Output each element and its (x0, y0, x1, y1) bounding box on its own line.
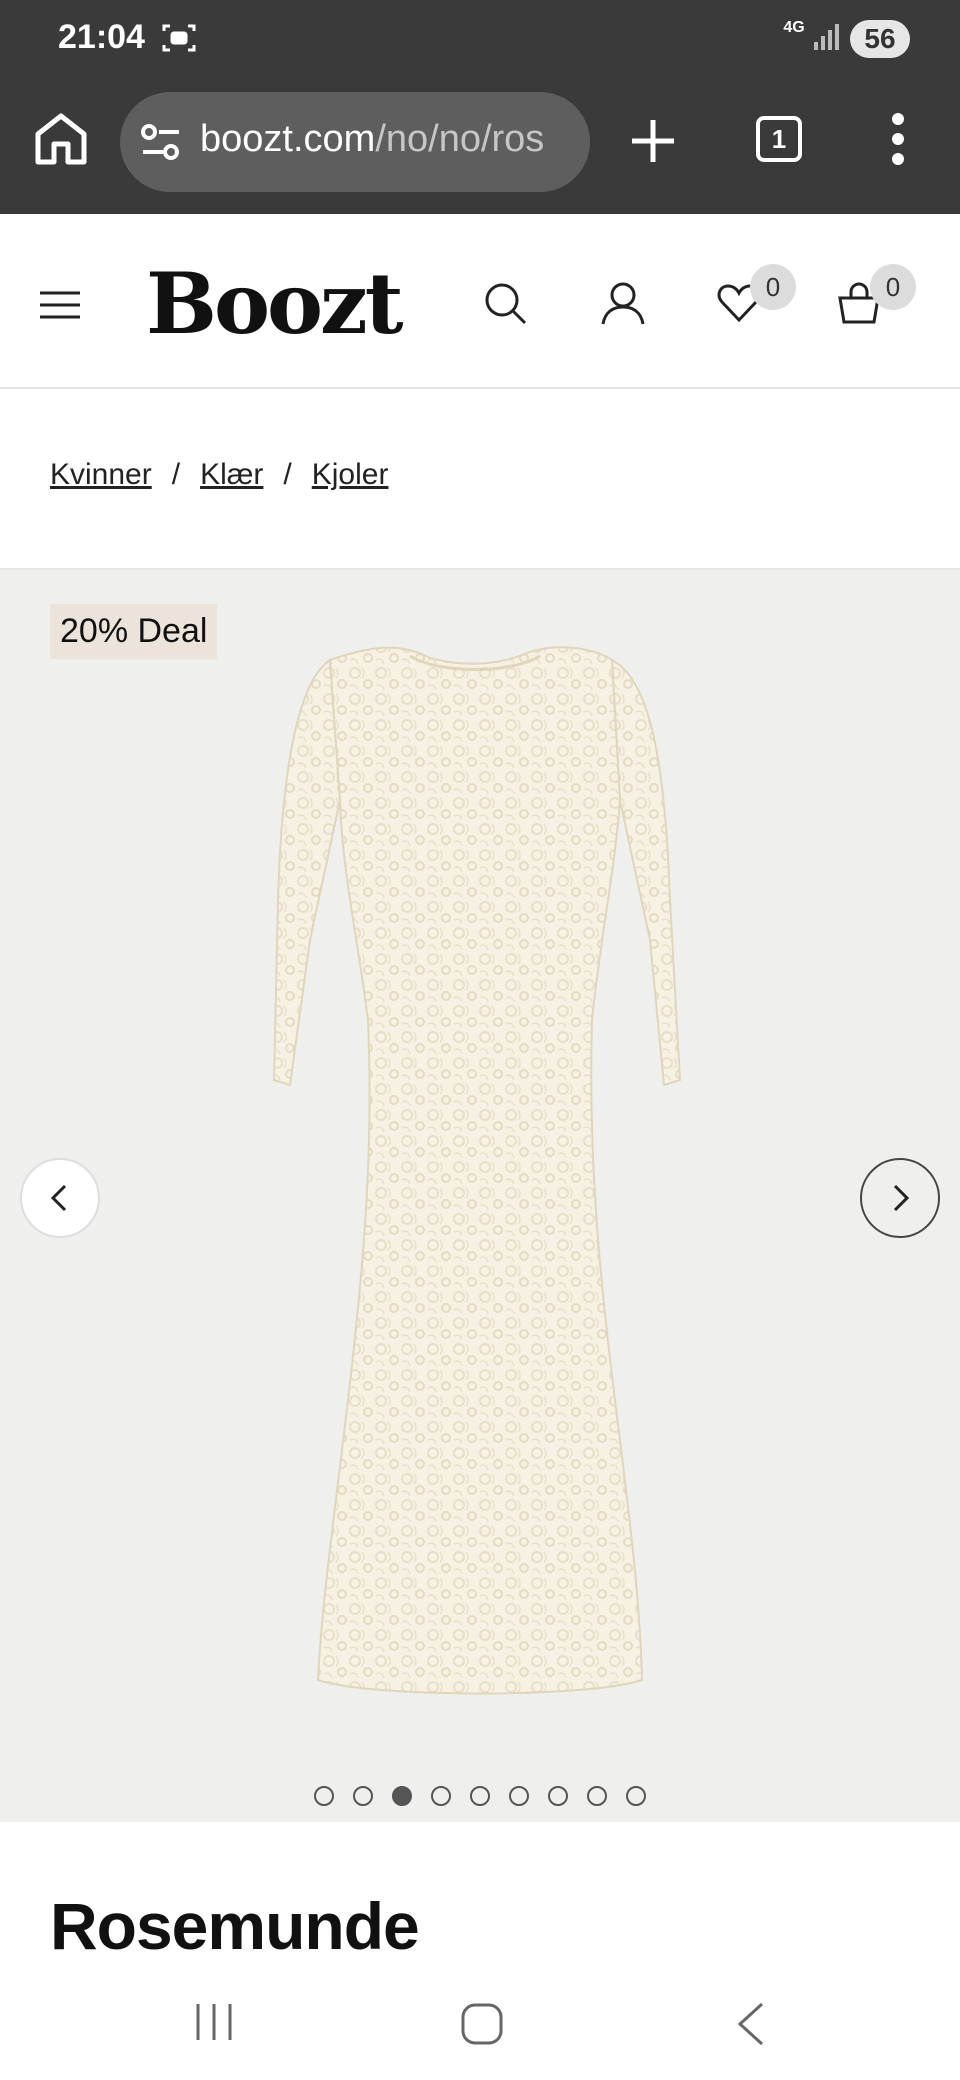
gallery-next-button[interactable] (860, 1158, 940, 1238)
url-text[interactable]: boozt.com/no/no/ros (200, 118, 544, 161)
breadcrumb-item-dresses[interactable]: Kjoler (312, 458, 389, 491)
menu-icon[interactable] (40, 290, 80, 320)
more-vert-icon[interactable] (886, 112, 910, 166)
chevron-right-icon (893, 1184, 910, 1212)
site-logo[interactable]: Boozt (146, 254, 404, 353)
system-nav-bar (0, 1966, 960, 2080)
gallery-dot[interactable] (587, 1786, 607, 1806)
gallery-dot[interactable] (509, 1786, 529, 1806)
url-domain: boozt.com (200, 118, 376, 160)
gallery-dot[interactable] (548, 1786, 568, 1806)
deal-badge: 20% Deal (50, 604, 218, 659)
chevron-left-icon (50, 1184, 67, 1212)
tabs-icon[interactable]: 1 (756, 116, 802, 162)
user-icon[interactable] (600, 280, 646, 326)
status-bar: 21:04 4G 56 (0, 0, 960, 82)
breadcrumb: Kvinner / Klær / Kjoler (50, 458, 388, 492)
gallery-dot[interactable] (626, 1786, 646, 1806)
battery-level: 56 (850, 20, 910, 58)
gallery-dot[interactable] (392, 1786, 412, 1806)
screen-record-icon (162, 24, 196, 52)
recent-apps-icon[interactable] (192, 2002, 236, 2042)
home-icon[interactable] (30, 108, 92, 170)
cart-badge: 0 (870, 264, 916, 310)
breadcrumb-separator: / (283, 458, 292, 491)
site-header: Boozt 0 0 (0, 214, 960, 389)
search-icon[interactable] (482, 280, 528, 326)
gallery-dot[interactable] (353, 1786, 373, 1806)
home-circle-icon[interactable] (460, 2002, 504, 2046)
address-bar[interactable]: boozt.com/no/no/ros (120, 92, 590, 192)
gallery-dot[interactable] (470, 1786, 490, 1806)
url-path: /no/no/ros (375, 118, 545, 160)
back-icon[interactable] (734, 2000, 768, 2048)
product-brand[interactable]: Rosemunde (50, 1888, 420, 1964)
gallery-dot[interactable] (314, 1786, 334, 1806)
breadcrumb-item-clothes[interactable]: Klær (200, 458, 263, 491)
product-gallery[interactable]: 20% Deal (0, 568, 960, 1822)
gallery-pagination (0, 1786, 960, 1808)
product-image[interactable] (270, 640, 690, 1700)
wishlist-badge: 0 (750, 264, 796, 310)
breadcrumb-item-women[interactable]: Kvinner (50, 458, 152, 491)
gallery-prev-button[interactable] (20, 1158, 100, 1238)
breadcrumb-separator: / (171, 458, 181, 491)
plus-icon[interactable] (630, 118, 676, 164)
signal-icon (814, 24, 839, 50)
browser-toolbar: boozt.com/no/no/ros 1 (0, 82, 960, 214)
status-time: 21:04 (58, 18, 145, 56)
network-type: 4G (783, 19, 805, 36)
tune-icon[interactable] (140, 122, 182, 162)
gallery-dot[interactable] (431, 1786, 451, 1806)
